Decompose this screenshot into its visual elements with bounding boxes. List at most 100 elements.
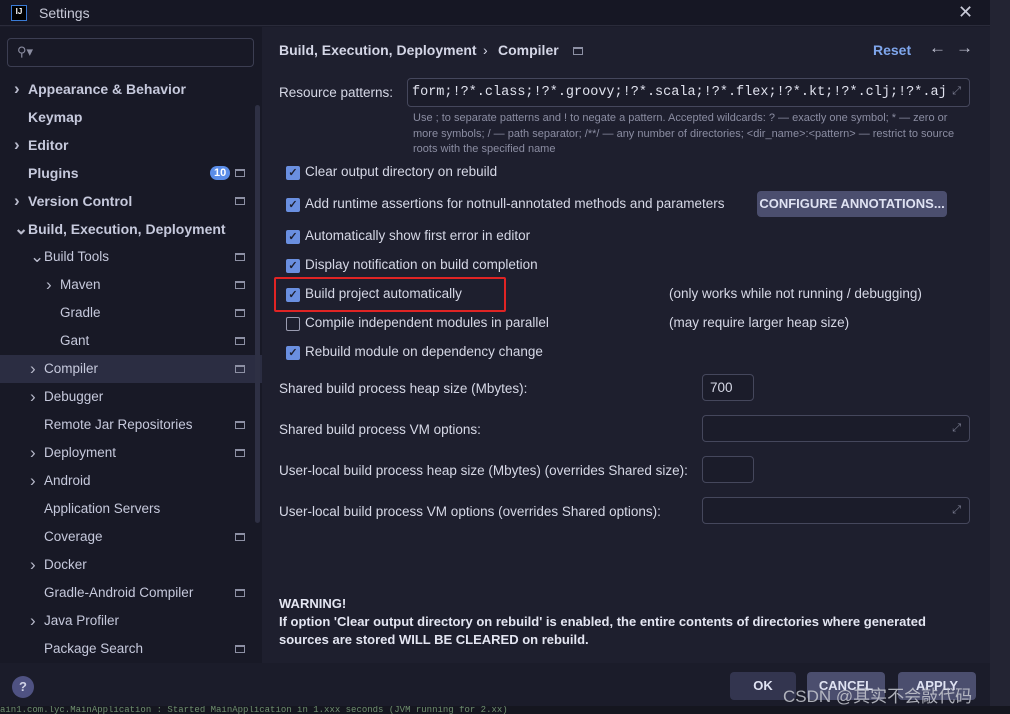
project-level-icon (235, 169, 245, 177)
sidebar-item-label: Gant (60, 333, 90, 348)
sidebar-item-label: Version Control (28, 193, 133, 209)
sidebar-item[interactable]: › Deployment (0, 439, 262, 467)
expand-icon[interactable]: ⤢ (952, 422, 961, 435)
chevron-right-icon[interactable]: › (30, 551, 36, 579)
chevron-right-icon[interactable]: › (14, 187, 20, 215)
sidebar-item[interactable]: ⌄ Build, Execution, Deployment (0, 215, 262, 243)
configure-annotations-button[interactable]: CONFIGURE ANNOTATIONS... (757, 191, 947, 217)
search-input[interactable]: ⚲▾ (7, 38, 254, 67)
sidebar-item[interactable]: Coverage (0, 523, 262, 551)
sidebar: ⚲▾ › Appearance & Behavior Keymap › Editor Pl… (0, 27, 262, 663)
checkbox[interactable]: ✓ (286, 166, 300, 180)
sidebar-item[interactable]: › Debugger (0, 383, 262, 411)
checkbox[interactable]: ✓ (286, 259, 300, 273)
sidebar-item-label: Keymap (28, 109, 83, 125)
sidebar-item[interactable]: ⌄ Build Tools (0, 243, 262, 271)
sidebar-item[interactable]: › Docker (0, 551, 262, 579)
resource-patterns-label: Resource patterns: (279, 85, 394, 100)
highlight-box (274, 277, 506, 312)
sidebar-item[interactable]: Keymap (0, 103, 262, 131)
sidebar-item[interactable]: › Java Profiler (0, 607, 262, 635)
sidebar-item[interactable]: Package Search (0, 635, 262, 663)
sidebar-item[interactable]: Application Servers (0, 495, 262, 523)
option-label[interactable]: Display notification on build completion (305, 257, 538, 272)
checkbox[interactable]: ✓ (286, 198, 300, 212)
breadcrumb-separator: › (483, 42, 488, 58)
plugins-update-badge: 10 (210, 166, 231, 180)
forward-arrow-icon[interactable]: → (956, 38, 973, 58)
project-level-icon (235, 253, 245, 261)
project-level-icon (235, 449, 245, 457)
sidebar-item[interactable]: Gradle-Android Compiler (0, 579, 262, 607)
chevron-right-icon[interactable]: › (30, 439, 36, 467)
chevron-right-icon[interactable]: › (46, 271, 52, 299)
field-label: User-local build process VM options (ove… (279, 504, 661, 519)
sidebar-item[interactable]: Gant (0, 327, 262, 355)
sidebar-item-label: Coverage (44, 529, 103, 544)
pin-icon (573, 47, 583, 55)
sidebar-item[interactable]: Gradle (0, 299, 262, 327)
field-input[interactable]: ⤢ (702, 415, 970, 442)
sidebar-item-label: Plugins (28, 165, 79, 181)
sidebar-item[interactable]: › Version Control (0, 187, 262, 215)
resource-patterns-input[interactable]: form;!?*.class;!?*.groovy;!?*.scala;!?*.… (407, 78, 970, 107)
title-bar: IJ Settings ✕ (0, 0, 990, 26)
field-input[interactable] (702, 456, 754, 483)
sidebar-item[interactable]: Remote Jar Repositories (0, 411, 262, 439)
sidebar-item-label: Remote Jar Repositories (44, 417, 193, 432)
compiler-panel: Build, Execution, Deployment › Compiler … (262, 27, 990, 663)
option-label[interactable]: Rebuild module on dependency change (305, 344, 543, 359)
field-label: User-local build process heap size (Mbyt… (279, 463, 688, 478)
sidebar-item-label: Docker (44, 557, 87, 572)
sidebar-item[interactable]: › Android (0, 467, 262, 495)
field-input[interactable]: ⤢ (702, 497, 970, 524)
expand-icon[interactable]: ⤢ (952, 504, 961, 517)
sidebar-item-label: Build Tools (44, 249, 110, 264)
checkbox[interactable]: ✓ (286, 230, 300, 244)
sidebar-item[interactable]: › Maven (0, 271, 262, 299)
sidebar-item-label: Java Profiler (44, 613, 120, 628)
resource-patterns-hint: Use ; to separate patterns and ! to nega… (413, 112, 955, 155)
chevron-right-icon[interactable]: › (30, 607, 36, 635)
warning: WARNING! If option 'Clear output directo… (279, 595, 929, 649)
back-arrow-icon[interactable]: ← (929, 38, 946, 58)
help-button[interactable]: ? (12, 676, 34, 698)
project-level-icon (235, 533, 245, 541)
project-level-icon (235, 421, 245, 429)
sidebar-item-label: Deployment (44, 445, 117, 460)
option-label[interactable]: Clear output directory on rebuild (305, 164, 497, 179)
chevron-right-icon[interactable]: › (14, 75, 20, 103)
checkbox[interactable] (286, 317, 300, 331)
option-label[interactable]: Compile independent modules in parallel (305, 315, 549, 330)
intellij-logo-icon: IJ (11, 5, 27, 21)
sidebar-item-label: Package Search (44, 641, 144, 656)
sidebar-scrollbar[interactable] (255, 105, 260, 523)
chevron-right-icon[interactable]: › (30, 355, 36, 383)
resource-patterns-value: form;!?*.class;!?*.groovy;!?*.scala;!?*.… (412, 85, 947, 100)
option-label[interactable]: Automatically show first error in editor (305, 228, 530, 243)
chevron-right-icon[interactable]: › (30, 467, 36, 495)
close-icon[interactable]: ✕ (958, 2, 973, 23)
field-value: 700 (710, 380, 733, 395)
project-level-icon (235, 337, 245, 345)
project-level-icon (235, 197, 245, 205)
option-label[interactable]: Add runtime assertions for notnull-annot… (305, 196, 725, 211)
sidebar-item-label: Gradle-Android Compiler (44, 585, 194, 600)
sidebar-item[interactable]: › Appearance & Behavior (0, 75, 262, 103)
field-label: Shared build process heap size (Mbytes): (279, 381, 528, 396)
sidebar-item[interactable]: › Compiler (0, 355, 262, 383)
search-icon: ⚲▾ (17, 44, 34, 59)
field-input[interactable]: 700 (702, 374, 754, 401)
checkbox[interactable]: ✓ (286, 346, 300, 360)
sidebar-item[interactable]: Plugins 10 (0, 159, 262, 187)
breadcrumb-parent[interactable]: Build, Execution, Deployment (279, 42, 477, 58)
chevron-right-icon[interactable]: › (14, 131, 20, 159)
chevron-down-icon[interactable]: ⌄ (14, 215, 28, 243)
warning-title: WARNING! (279, 596, 347, 611)
expand-icon[interactable]: ⤢ (952, 85, 961, 98)
reset-button[interactable]: Reset (873, 42, 911, 58)
chevron-right-icon[interactable]: › (30, 383, 36, 411)
chevron-down-icon[interactable]: ⌄ (30, 243, 44, 271)
breadcrumb-current: Compiler (498, 42, 559, 58)
sidebar-item[interactable]: › Editor (0, 131, 262, 159)
